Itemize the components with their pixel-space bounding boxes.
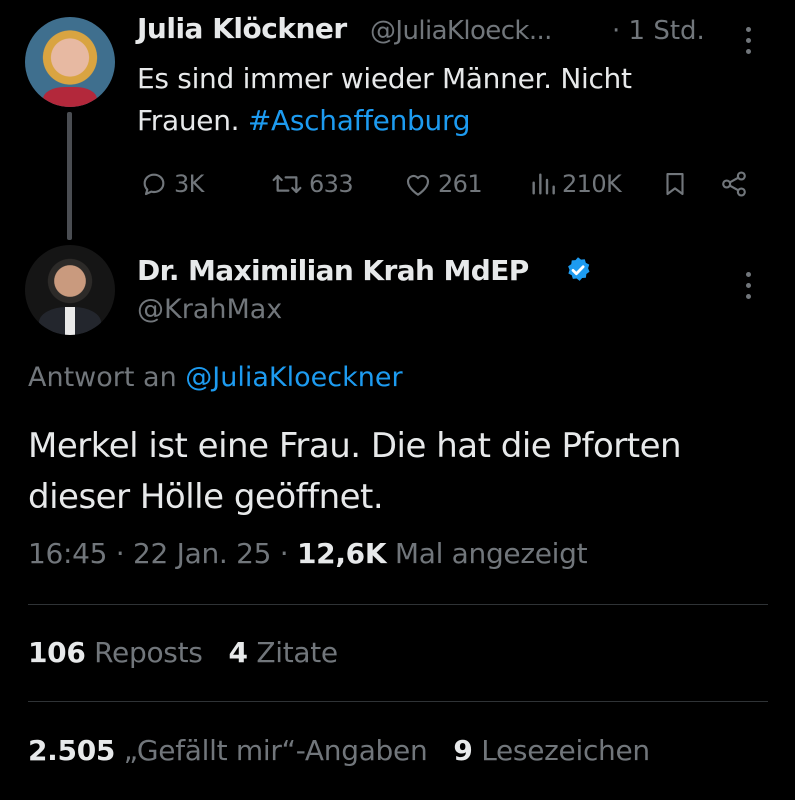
likes-count: 2.505 bbox=[28, 734, 116, 767]
author-name[interactable]: Dr. Maximilian Krah MdEP bbox=[137, 254, 529, 287]
quotes-count: 4 bbox=[228, 636, 248, 669]
bookmark-icon bbox=[666, 172, 684, 196]
stats-row-reposts: 106 Reposts 4 Zitate bbox=[28, 636, 338, 669]
tweet-meta: 16:45 · 22 Jan. 25 · 12,6K Mal angezeigt bbox=[28, 537, 588, 570]
views-count: 210K bbox=[562, 170, 622, 198]
repost-count: 633 bbox=[309, 170, 354, 198]
reply-context: Antwort an @JuliaKloeckner bbox=[28, 362, 403, 393]
tweet-date[interactable]: 22 Jan. 25 bbox=[133, 537, 271, 570]
divider bbox=[28, 604, 768, 605]
avatar-julia-kloeckner[interactable] bbox=[25, 17, 115, 107]
reply-to-label: Antwort an bbox=[28, 362, 186, 393]
like-button[interactable]: 261 bbox=[402, 168, 483, 200]
bookmarks-label: Lesezeichen bbox=[472, 734, 650, 767]
share-button[interactable] bbox=[718, 168, 754, 200]
parent-author-name[interactable]: Julia Klöckner bbox=[137, 12, 347, 45]
likes-label: „Gefällt mir“-Angaben bbox=[115, 734, 428, 767]
bookmarks-stat[interactable]: 9 Lesezeichen bbox=[453, 734, 650, 767]
bookmark-button[interactable] bbox=[660, 168, 694, 200]
meta-separator: · bbox=[107, 537, 134, 570]
avatar-image bbox=[43, 87, 97, 107]
avatar-collar bbox=[65, 307, 75, 335]
author-handle[interactable]: @KrahMax bbox=[137, 294, 282, 325]
reply-icon bbox=[143, 173, 165, 196]
reply-button[interactable]: 3K bbox=[138, 168, 204, 200]
repost-button[interactable]: 633 bbox=[269, 168, 354, 200]
views-button[interactable]: 210K bbox=[528, 168, 622, 200]
hashtag-link[interactable]: #Aschaffenburg bbox=[248, 104, 471, 137]
parent-timestamp[interactable]: · 1 Std. bbox=[612, 16, 705, 46]
like-icon bbox=[406, 174, 430, 196]
reply-to-mention-link[interactable]: @JuliaKloeckner bbox=[185, 362, 402, 393]
verified-badge-icon[interactable] bbox=[563, 255, 593, 285]
thread-connector-line bbox=[67, 112, 72, 240]
bookmarks-count: 9 bbox=[453, 734, 473, 767]
views-icon bbox=[532, 173, 555, 195]
likes-stat[interactable]: 2.505 „Gefällt mir“-Angaben bbox=[28, 734, 428, 767]
views-number: 12,6K bbox=[296, 537, 387, 570]
parent-tweet-text: Es sind immer wieder Männer. Nicht Fraue… bbox=[137, 58, 697, 142]
share-icon bbox=[722, 171, 746, 197]
reposts-label: Reposts bbox=[85, 636, 203, 669]
reposts-stat[interactable]: 106 Reposts bbox=[28, 636, 203, 669]
quotes-stat[interactable]: 4 Zitate bbox=[228, 636, 339, 669]
reply-count: 3K bbox=[174, 170, 204, 198]
quotes-label: Zitate bbox=[247, 636, 338, 669]
meta-separator: · bbox=[271, 537, 297, 570]
repost-icon bbox=[272, 174, 302, 194]
like-count: 261 bbox=[438, 170, 483, 198]
more-icon[interactable] bbox=[746, 272, 752, 300]
avatar-maximilian-krah[interactable] bbox=[25, 245, 115, 335]
divider bbox=[28, 701, 768, 702]
parent-author-handle[interactable]: @JuliaKloeck... bbox=[370, 16, 552, 46]
reposts-count: 106 bbox=[28, 636, 86, 669]
stats-row-likes: 2.505 „Gefällt mir“-Angaben 9 Lesezeichen bbox=[28, 734, 650, 767]
tweet-text: Merkel ist eine Frau. Die hat die Pforte… bbox=[28, 426, 682, 517]
more-icon[interactable] bbox=[746, 27, 752, 55]
tweet-time[interactable]: 16:45 bbox=[28, 537, 108, 570]
views-label: Mal angezeigt bbox=[386, 537, 588, 570]
